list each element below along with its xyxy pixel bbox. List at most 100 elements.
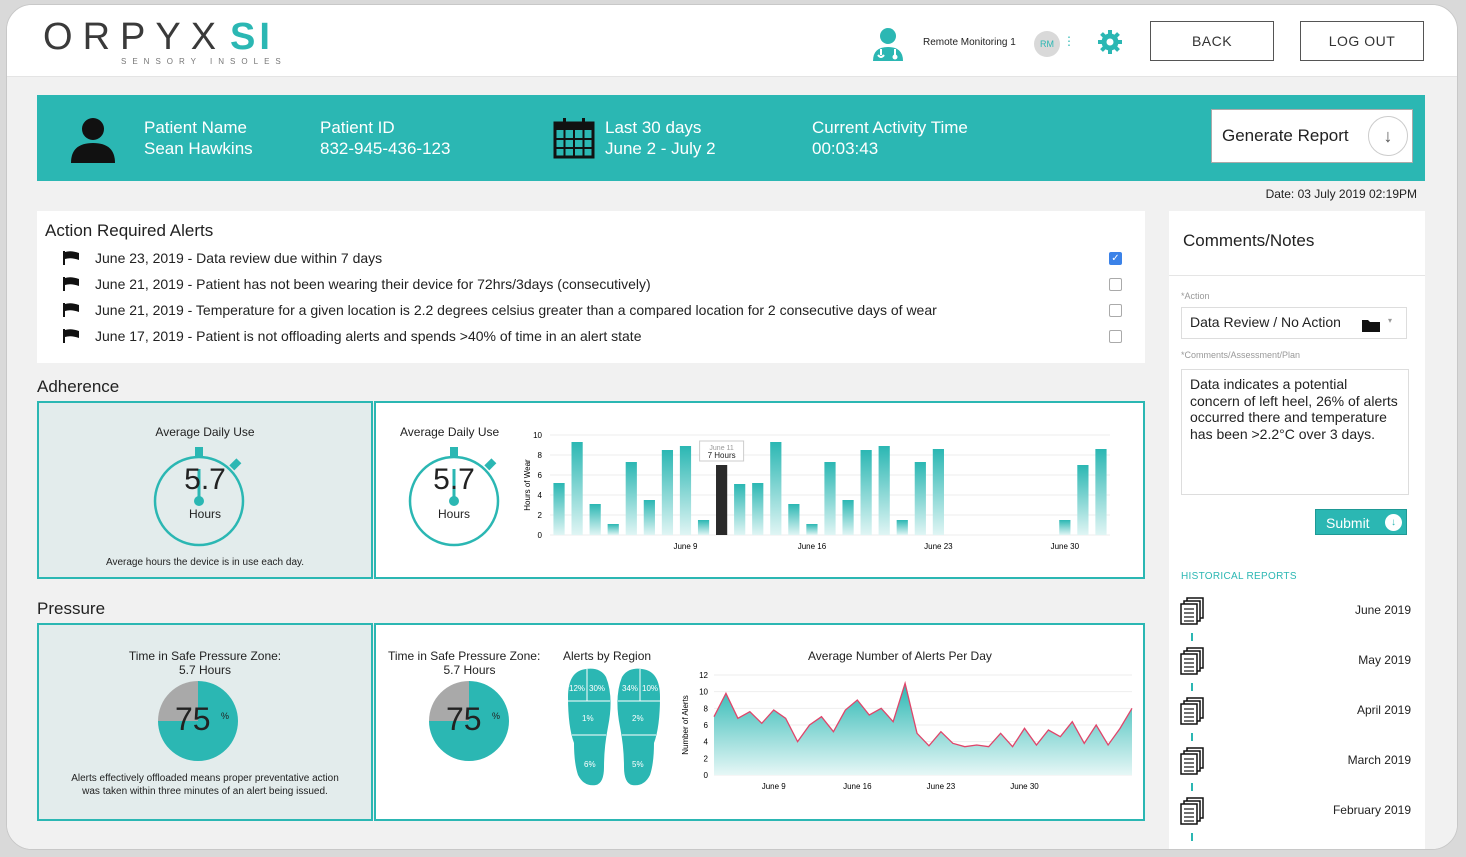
bar[interactable] — [1059, 520, 1071, 535]
alert-checkbox[interactable] — [1109, 278, 1122, 291]
bar[interactable] — [734, 484, 746, 535]
bar[interactable] — [914, 462, 926, 535]
bar[interactable] — [842, 500, 854, 535]
bar[interactable] — [824, 462, 836, 535]
alert-text: June 21, 2019 - Temperature for a given … — [95, 302, 937, 318]
alert-text: June 21, 2019 - Patient has not been wea… — [95, 276, 651, 292]
x-tick-label: June 30 — [1010, 782, 1039, 791]
adherence-unit: Hours — [188, 507, 221, 521]
alerts-per-day-area-chart: 0 2 4 6 8 10 12 Number of Alerts June 9 June 16 Ju… — [681, 671, 1133, 791]
x-tick-label: June 9 — [762, 782, 787, 791]
pressure-percent: 75 — [175, 701, 211, 737]
bar[interactable] — [697, 520, 710, 535]
back-button[interactable]: BACK — [1150, 21, 1274, 61]
historical-report-item[interactable]: April 2019 — [1179, 697, 1411, 727]
alert-item: June 21, 2019 - Temperature for a given … — [63, 301, 1123, 321]
historical-reports-title: HISTORICAL REPORTS — [1181, 571, 1297, 582]
bar[interactable] — [860, 450, 872, 535]
action-select[interactable]: Data Review / No Action ▾ — [1181, 307, 1407, 339]
x-tick-label: June 30 — [1051, 542, 1080, 551]
alert-checkbox[interactable] — [1109, 330, 1122, 343]
bar[interactable] — [1077, 465, 1089, 535]
bar[interactable] — [752, 483, 764, 535]
user-avatar[interactable]: RM — [1034, 31, 1060, 57]
alerts-area — [714, 683, 1132, 775]
alert-checkbox[interactable] — [1109, 304, 1122, 317]
pressure-note-1: Alerts effectively offloaded means prope… — [71, 773, 339, 784]
gear-icon[interactable] — [1097, 29, 1123, 55]
submit-button[interactable]: Submit ↓ — [1315, 509, 1407, 535]
bar[interactable] — [878, 446, 890, 535]
divider — [1169, 275, 1425, 276]
region-left-mid: 1% — [582, 714, 594, 723]
bar[interactable] — [553, 483, 565, 535]
comments-label: *Comments/Assessment/Plan — [1181, 350, 1301, 360]
stopwatch-icon — [408, 447, 500, 547]
adherence-value: 5.7 — [433, 463, 475, 496]
report-date: Date: 03 July 2019 02:19PM — [1265, 187, 1417, 201]
historical-report-item[interactable]: June 2019 — [1179, 597, 1411, 627]
action-label: *Action — [1181, 291, 1210, 301]
adherence-summary-panel: Average Daily Use 5.7 Hours Average hour… — [37, 401, 373, 579]
bar[interactable] — [661, 450, 674, 535]
comments-sidebar: Comments/Notes *Action Data Review / No … — [1169, 211, 1425, 849]
x-tick-label: June 16 — [798, 542, 827, 551]
pressure-right-title: Time in Safe Pressure Zone: — [388, 649, 541, 663]
bar[interactable] — [679, 446, 692, 535]
historical-report-item[interactable]: May 2019 — [1179, 647, 1411, 677]
pressure-note-2: was taken within three minutes of an ale… — [82, 786, 328, 797]
bar[interactable] — [932, 449, 944, 535]
y-tick-label: 8 — [538, 451, 543, 460]
alert-item: June 17, 2019 - Patient is not offloadin… — [63, 327, 1123, 347]
y-tick-label: 12 — [699, 671, 708, 680]
flag-icon — [63, 329, 79, 343]
calendar-icon[interactable] — [553, 117, 595, 159]
y-tick-label: 0 — [538, 531, 543, 540]
bar[interactable] — [571, 442, 583, 535]
pressure-left-title: Time in Safe Pressure Zone: — [128, 649, 282, 663]
y-tick-label: 10 — [533, 431, 542, 440]
adherence-detail-panel: Average Daily Use 5.7 Hours 0 2 4 6 8 10 Hours… — [374, 401, 1145, 579]
bar[interactable] — [625, 462, 637, 535]
timeline-connector — [1191, 833, 1193, 841]
date-range-field[interactable]: Last 30 days June 2 - July 2 — [605, 117, 716, 159]
historical-report-label: March 2019 — [1347, 753, 1411, 767]
bar[interactable] — [770, 442, 782, 535]
bar[interactable] — [1095, 449, 1107, 535]
historical-report-item[interactable]: March 2019 — [1179, 747, 1411, 777]
region-left-top-b: 30% — [589, 684, 605, 693]
pressure-percent-sign: % — [221, 711, 230, 721]
alert-text: June 17, 2019 - Patient is not offloadin… — [95, 328, 642, 344]
bar[interactable] — [589, 504, 601, 535]
x-tick-label: June 9 — [673, 542, 698, 551]
bar[interactable] — [607, 524, 619, 535]
generate-report-button[interactable]: Generate Report ↓ — [1211, 109, 1413, 163]
documents-icon — [1180, 797, 1204, 825]
activity-time-field: Current Activity Time 00:03:43 — [812, 118, 968, 158]
historical-report-label: May 2019 — [1358, 653, 1411, 667]
timeline-connector — [1191, 683, 1193, 691]
historical-report-label: April 2019 — [1356, 703, 1411, 717]
bar[interactable] — [806, 524, 818, 535]
orpyx-logo: ORPYX SI SENSORY INSOLES — [43, 16, 287, 66]
submit-arrow-icon: ↓ — [1385, 514, 1402, 531]
y-tick-label: 6 — [538, 471, 543, 480]
regions-title: Alerts by Region — [563, 649, 652, 663]
alerts-title: Action Required Alerts — [45, 221, 214, 240]
bar[interactable] — [716, 465, 728, 535]
comments-textarea[interactable]: Data indicates a potential concern of le… — [1181, 369, 1409, 495]
historical-report-item[interactable]: February 2019 — [1179, 797, 1411, 827]
bar[interactable] — [896, 520, 908, 535]
alert-item: June 23, 2019 - Data review due within 7… — [63, 249, 1123, 269]
historical-report-label: February 2019 — [1332, 803, 1411, 817]
timeline-connector — [1191, 783, 1193, 791]
documents-icon — [1180, 697, 1204, 725]
historical-report-label: June 2019 — [1354, 603, 1411, 617]
documents-icon — [1180, 647, 1204, 675]
alert-checkbox[interactable]: ✓ — [1109, 252, 1122, 265]
x-tick-label: June 16 — [843, 782, 872, 791]
bar[interactable] — [643, 500, 655, 535]
more-options-icon[interactable]: ⋮ — [1063, 35, 1075, 47]
logout-button[interactable]: LOG OUT — [1300, 21, 1424, 61]
bar[interactable] — [788, 504, 800, 535]
